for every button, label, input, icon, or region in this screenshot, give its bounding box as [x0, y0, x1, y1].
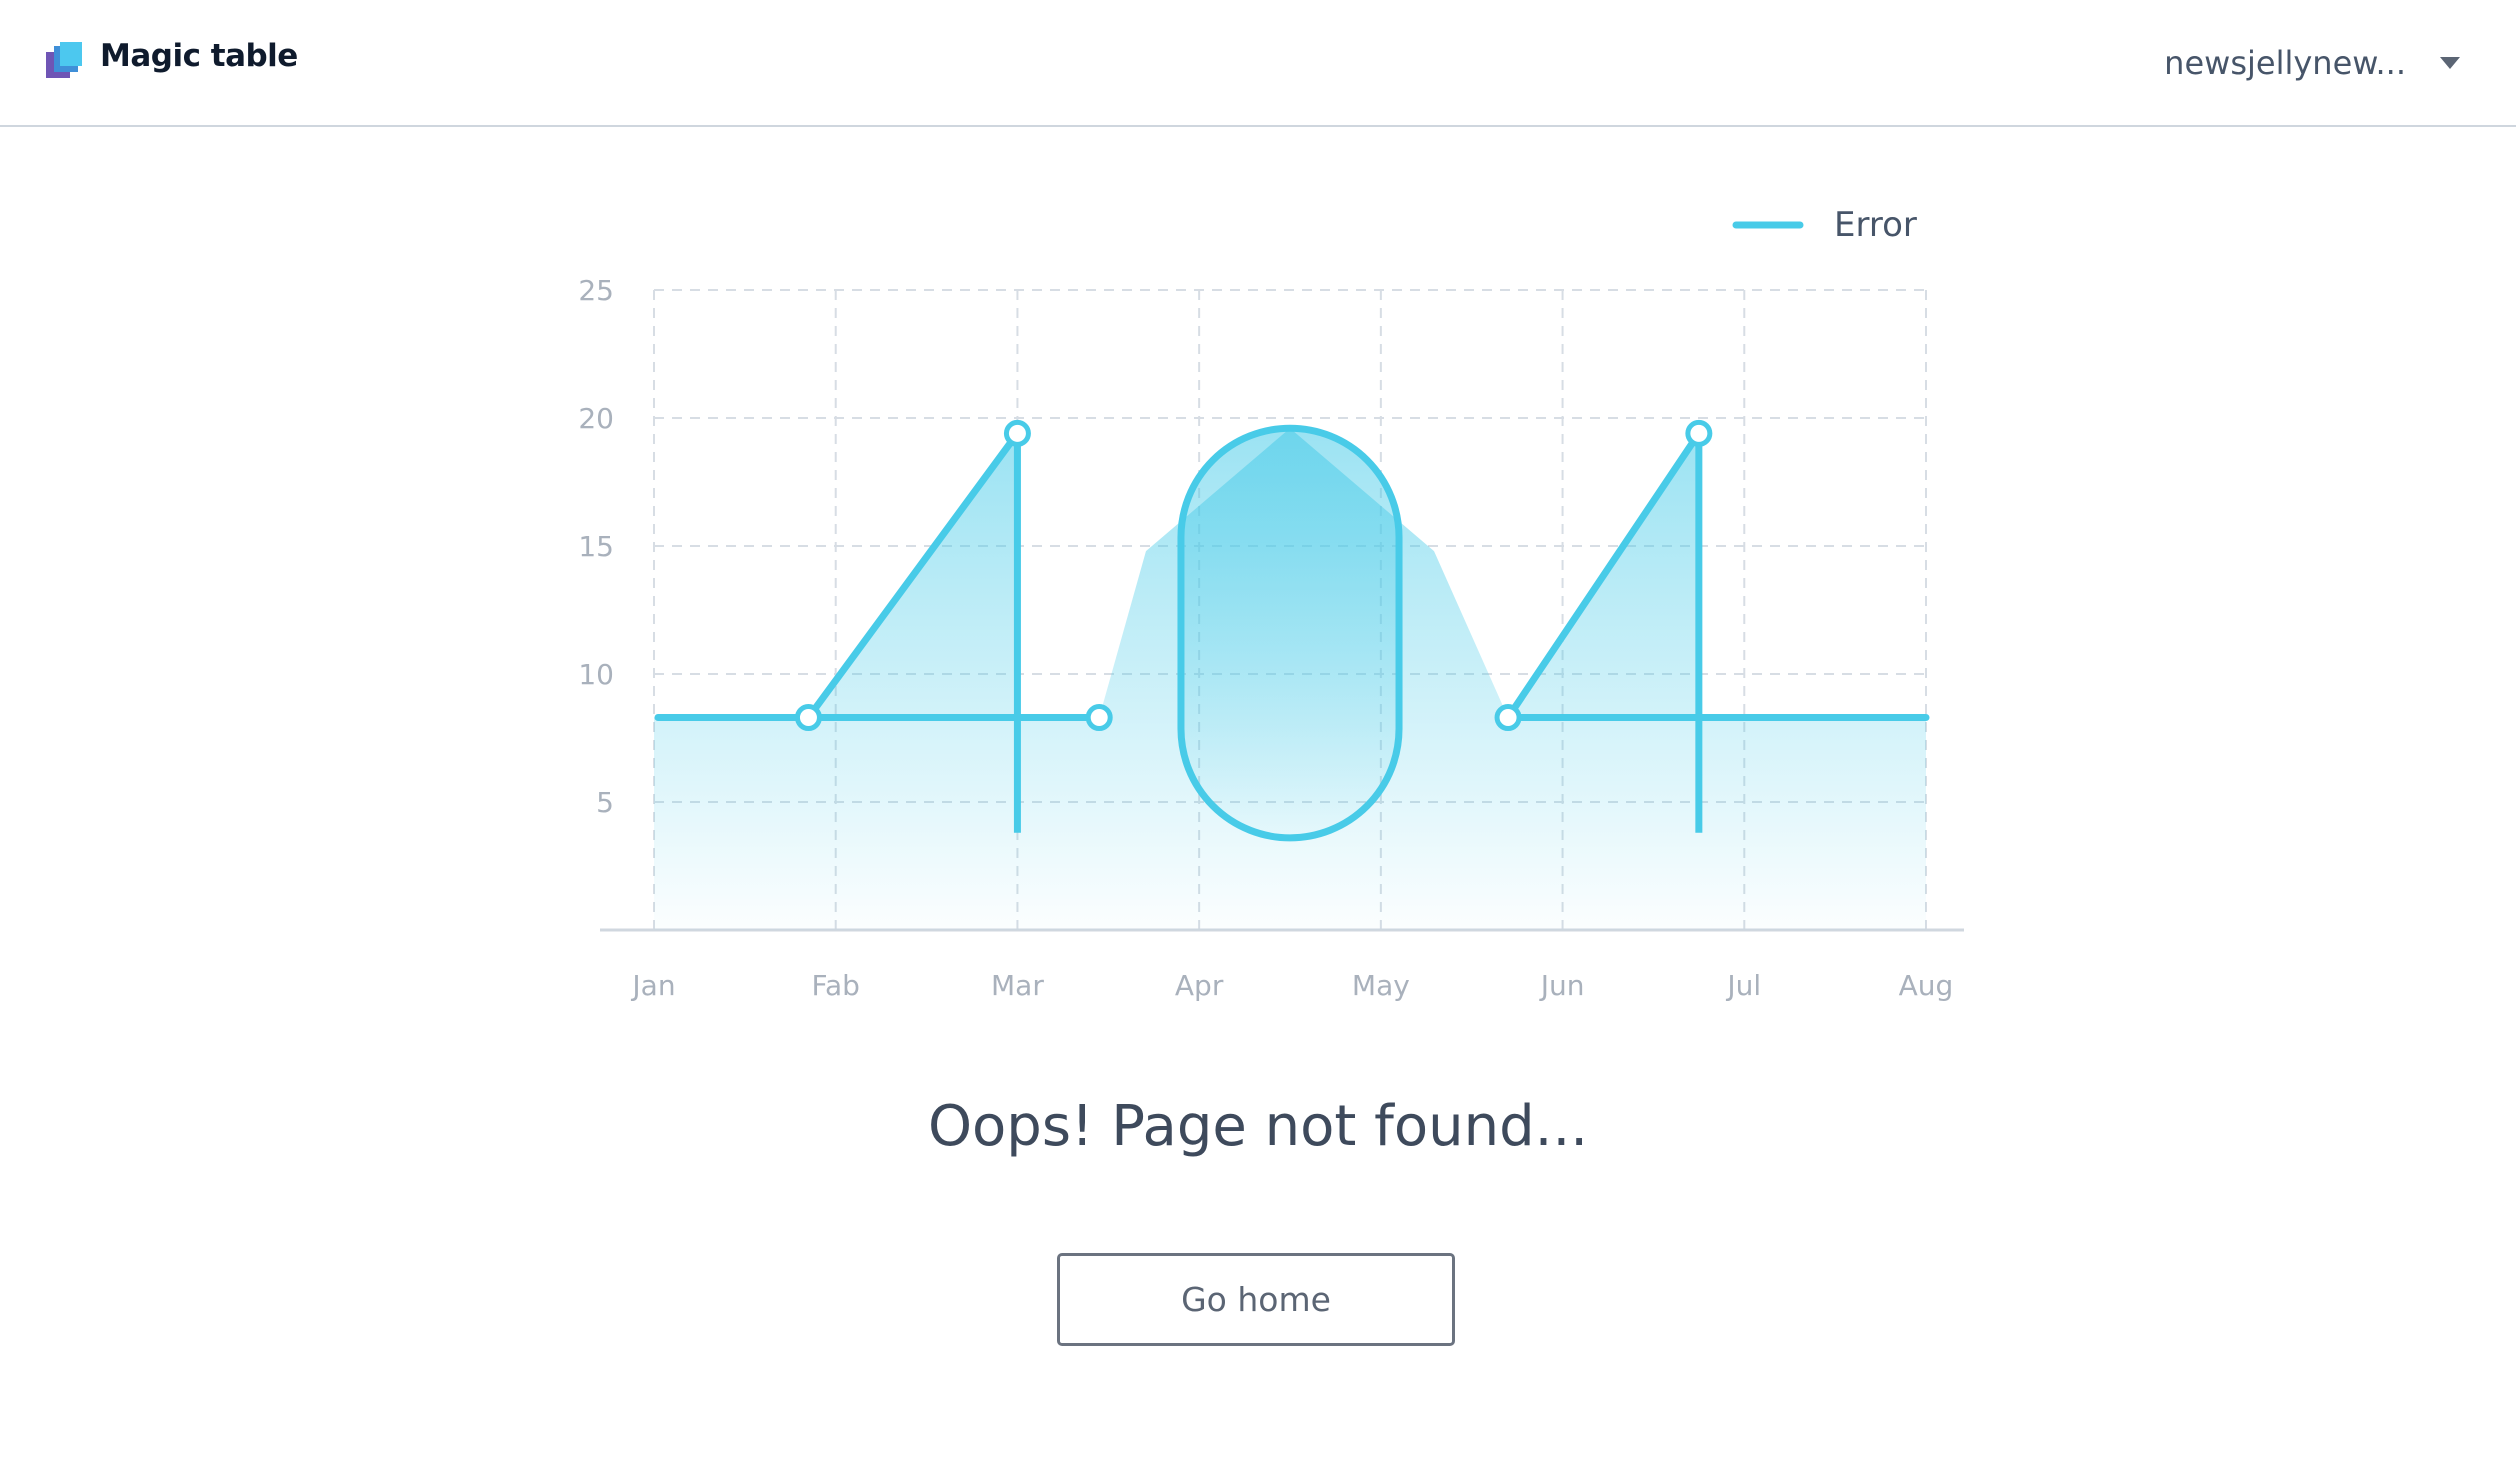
chart-y-axis: 25 20 15 10 5 [578, 274, 614, 819]
data-point [1085, 704, 1113, 732]
y-tick-label: 5 [596, 786, 614, 819]
error-chart: 25 20 15 10 5 Jan Fab Mar Apr May Jun Jul Aug Error [578, 205, 1964, 1002]
chart-x-axis: Jan Fab Mar Apr May Jun Jul Aug [630, 969, 1953, 1002]
y-tick-label: 10 [578, 658, 614, 691]
x-tick-label: Jun [1539, 969, 1585, 1002]
page-title: Oops! Page not found... [927, 1094, 1589, 1159]
data-point [794, 704, 822, 732]
x-tick-label: Jul [1725, 969, 1761, 1002]
x-tick-label: Mar [991, 969, 1044, 1002]
data-point [1494, 704, 1522, 732]
go-home-button[interactable]: Go home [1057, 1253, 1455, 1346]
x-tick-label: May [1352, 969, 1410, 1002]
chart-area-fill [654, 428, 1926, 930]
x-tick-label: Fab [811, 969, 859, 1002]
x-tick-label: Jan [630, 969, 675, 1002]
data-point [1685, 419, 1713, 447]
data-point [1003, 419, 1031, 447]
legend-label-error: Error [1834, 205, 1917, 245]
x-tick-label: Aug [1899, 969, 1954, 1002]
chart-legend: Error [1732, 205, 1917, 245]
x-tick-label: Apr [1175, 969, 1224, 1002]
y-tick-label: 25 [578, 274, 614, 307]
zero-fill [1180, 428, 1400, 838]
y-tick-label: 15 [578, 530, 614, 563]
y-tick-label: 20 [578, 402, 614, 435]
